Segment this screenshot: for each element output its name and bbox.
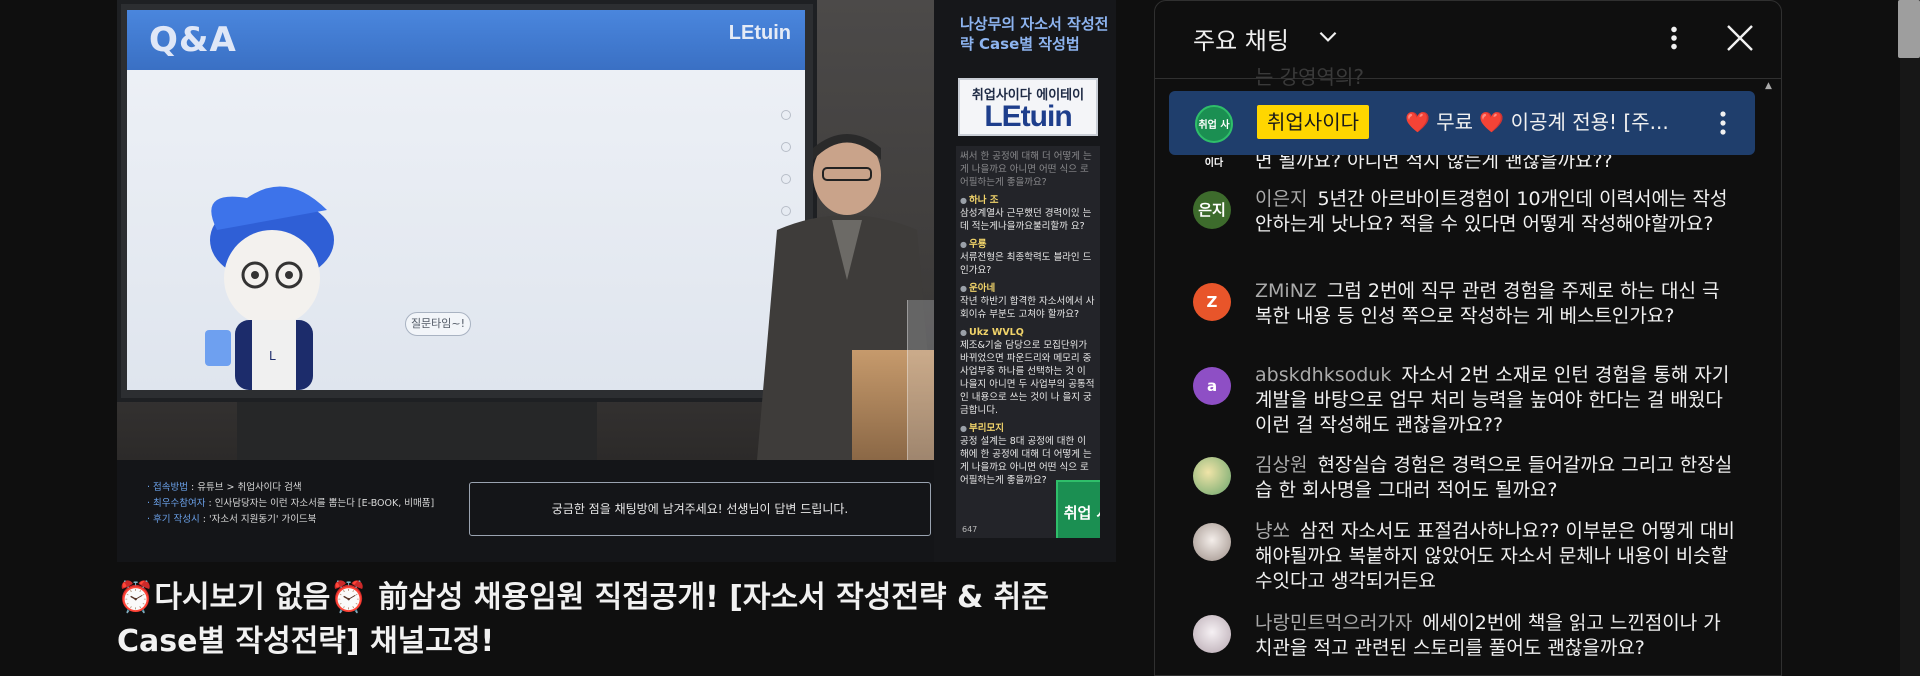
chat-mode-label[interactable]: 주요 채팅 bbox=[1193, 21, 1289, 56]
lecture-title: 나상무의 자소서 작성전략 Case별 작성법 bbox=[960, 15, 1109, 53]
chat-message-body: 김상원 현장실습 경험은 경력으로 들어갈까요 그리고 한장실습 한 회사명을 그… bbox=[1255, 453, 1735, 503]
video-stage: Q&A LEtuin L 질문타임~! bbox=[117, 0, 934, 460]
broadcast-side-panel: 나상무의 자소서 작성전략 Case별 작성법 취업사이다 에이테이 LEtui… bbox=[934, 0, 1116, 562]
info-line: · 최우수참여자 : 인사담당자는 이런 자소서를 뽑는다 [E-BOOK, 비… bbox=[147, 498, 435, 509]
chat-notice-box: 궁금한 점을 채팅방에 남겨주세요! 선생님이 답변 드립니다. bbox=[469, 482, 931, 536]
info-line: · 후기 작성시 : '자소서 지원동기' 가이드북 bbox=[147, 514, 317, 525]
channel-badge: 취업 사이다 bbox=[1056, 480, 1100, 538]
mini-chat-item: 써서 한 공정에 대해 더 어떻게 는게 나을까요 아니면 어떤 식으 로 어필… bbox=[960, 151, 1092, 188]
tv-monitor: Q&A LEtuin L 질문타임~! bbox=[117, 0, 817, 402]
avatar: a bbox=[1193, 367, 1231, 405]
qa-title: Q&A bbox=[149, 20, 237, 60]
chat-message-body: 나랑민트먹으러가자 에세이2번에 책을 읽고 느낀점이나 가치관을 적고 관련된 … bbox=[1255, 611, 1735, 661]
lectern bbox=[907, 300, 934, 460]
info-line: · 접속방법 : 유튜브 > 취업사이다 검색 bbox=[147, 482, 302, 493]
svg-text:L: L bbox=[269, 349, 276, 363]
avatar bbox=[1193, 615, 1231, 653]
message-author[interactable]: 냥쏘 bbox=[1255, 520, 1290, 542]
chat-message-body: abskdhksoduk 자소서 2번 소재로 인턴 경험을 통해 자기계발을 바… bbox=[1255, 363, 1735, 438]
avatar: Z bbox=[1193, 283, 1231, 321]
mascot-illustration: L bbox=[205, 186, 334, 390]
embedded-chat-overlay: 써서 한 공정에 대해 더 어떻게 는게 나을까요 아니면 어떤 식으 로 어필… bbox=[956, 146, 1100, 538]
pinned-message-text: ❤️ 무료 ❤️ 이공계 전용! [주... bbox=[1405, 110, 1669, 134]
mini-chat-item: Ukz WVLQ제조&기술 담당으로 모집단위가 바뀌었으면 파운드리와 메모리… bbox=[960, 326, 1096, 417]
brand-logo-text: LEtuin bbox=[984, 100, 1072, 133]
tv-screen: Q&A LEtuin L 질문타임~! bbox=[127, 10, 805, 390]
event-info-list: · 접속방법 : 유튜브 > 취업사이다 검색 · 최우수참여자 : 인사담당자… bbox=[147, 480, 434, 528]
pinned-author-badge: 취업사이다 bbox=[1257, 105, 1369, 139]
live-chat-panel: 주요 채팅 ▲ 는 강영역의? 취업 사이다 취업사이다 ❤️ 무료 ❤️ 이공… bbox=[1154, 0, 1782, 676]
chat-message-body: ZMiNZ 그럼 2번에 직무 관련 경험을 주제로 하는 대신 극복한 내용 등… bbox=[1255, 279, 1735, 329]
chat-header: 주요 채팅 bbox=[1155, 1, 1781, 79]
message-author[interactable]: ZMiNZ bbox=[1255, 280, 1317, 302]
page-scrollbar-thumb[interactable] bbox=[1898, 0, 1920, 58]
message-author[interactable]: 나랑민트먹으러가자 bbox=[1255, 612, 1412, 634]
viewer-count: 647 bbox=[962, 525, 978, 534]
avatar: 취업 사이다 bbox=[1195, 105, 1233, 169]
page-scrollbar-track[interactable] bbox=[1900, 0, 1920, 676]
brand-logo: 취업사이다 에이테이 LEtuin bbox=[958, 78, 1098, 136]
info-bar: · 접속방법 : 유튜브 > 취업사이다 검색 · 최우수참여자 : 인사담당자… bbox=[117, 460, 934, 562]
message-text: 현장실습 경험은 경력으로 들어갈까요 그리고 한장실습 한 회사명을 그대러 … bbox=[1255, 454, 1733, 501]
message-author[interactable]: 김상원 bbox=[1255, 454, 1307, 476]
chat-message-body: 냥쏘 삼전 자소서도 표절검사하나요?? 이부분은 어떻게 대비해야될까요 복붙하… bbox=[1255, 519, 1735, 594]
avatar: 은지 bbox=[1193, 191, 1231, 229]
scroll-up-arrow-icon[interactable]: ▲ bbox=[1765, 81, 1772, 91]
video-title: ⏰다시보기 없음⏰ 前삼성 채용임원 직접공개! [자소서 작성전략 & 취준 … bbox=[117, 580, 1049, 659]
faded-message: 는 강영역의? bbox=[1255, 65, 1364, 89]
pinned-message-banner[interactable]: 취업 사이다 취업사이다 ❤️ 무료 ❤️ 이공계 전용! [주... bbox=[1169, 91, 1755, 169]
qa-header-bar: Q&A LEtuin bbox=[127, 10, 805, 70]
avatar bbox=[1193, 523, 1231, 561]
message-text: 삼전 자소서도 표절검사하나요?? 이부분은 어떻게 대비해야될까요 복붙하지 … bbox=[1255, 520, 1735, 592]
message-text: 그럼 2번에 직무 관련 경험을 주제로 하는 대신 극복한 내용 등 인성 쪽… bbox=[1255, 280, 1720, 327]
close-icon[interactable] bbox=[1723, 21, 1757, 55]
chevron-down-icon[interactable] bbox=[1315, 23, 1341, 49]
more-vert-icon[interactable] bbox=[1661, 23, 1687, 53]
mini-chat-item: 하나 조삼성계열사 근무했던 경력이있 는데 적는게나을까요불리할까 요? bbox=[960, 194, 1096, 233]
speech-bubble: 질문타임~! bbox=[405, 312, 471, 336]
mini-chat-item: 부리모지공정 설계는 8대 공정에 대한 이 해에 한 공정에 대해 더 어떻게… bbox=[960, 422, 1096, 487]
mini-chat-item: 우룡서류전형은 최종학력도 블라인 드인가요? bbox=[960, 238, 1096, 277]
message-text: 5년간 아르바이트경험이 10개인데 이력서에는 작성안하는게 낫나요? 적을 … bbox=[1255, 188, 1728, 235]
mini-chat-item: 운아네작년 하반기 합격한 자소서에서 사회이슈 부분도 고쳐야 할까요? bbox=[960, 282, 1096, 321]
chat-message-body: 이은지 5년간 아르바이트경험이 10개인데 이력서에는 작성안하는게 낫나요? … bbox=[1255, 187, 1735, 237]
message-author[interactable]: 이은지 bbox=[1255, 188, 1307, 210]
video-player[interactable]: Q&A LEtuin L 질문타임~! 나상무의 자소서 작성전략 Case별 … bbox=[117, 0, 1116, 562]
message-author[interactable]: abskdhksoduk bbox=[1255, 364, 1391, 386]
avatar bbox=[1193, 457, 1231, 495]
more-vert-icon[interactable] bbox=[1711, 107, 1735, 139]
tv-stand bbox=[237, 402, 597, 460]
screen-logo: LEtuin bbox=[728, 22, 791, 44]
